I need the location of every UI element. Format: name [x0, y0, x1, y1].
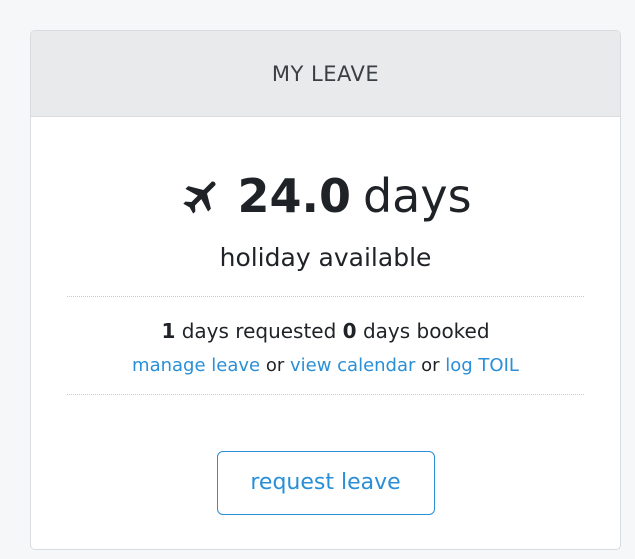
page-background: MY LEAVE 24.0 days holiday available 1 d… — [0, 0, 635, 559]
request-leave-button[interactable]: request leave — [216, 451, 435, 515]
card-header: MY LEAVE — [31, 31, 620, 117]
log-toil-link[interactable]: log TOIL — [445, 355, 519, 376]
days-unit: days — [362, 169, 472, 223]
link-separator: or — [260, 355, 290, 376]
booked-count: 0 — [342, 319, 357, 343]
card-title: MY LEAVE — [271, 61, 380, 86]
holiday-available-label: holiday available — [219, 243, 432, 272]
leave-balance: 24.0 days — [31, 169, 620, 223]
plane-icon — [179, 174, 223, 218]
my-leave-card: MY LEAVE 24.0 days holiday available 1 d… — [30, 30, 621, 550]
view-calendar-link[interactable]: view calendar — [290, 355, 415, 376]
divider — [67, 296, 584, 297]
requested-label: days requested — [175, 319, 343, 343]
requested-count: 1 — [161, 319, 176, 343]
leave-links: manage leave or view calendar or log TOI… — [31, 355, 620, 376]
leave-counts: 1 days requested 0 days booked — [31, 319, 620, 343]
divider — [67, 394, 584, 395]
link-separator: or — [415, 355, 446, 376]
manage-leave-link[interactable]: manage leave — [132, 355, 260, 376]
days-value: 24.0 — [237, 169, 351, 223]
booked-label: days booked — [356, 319, 490, 343]
button-wrapper: request leave — [31, 451, 620, 515]
